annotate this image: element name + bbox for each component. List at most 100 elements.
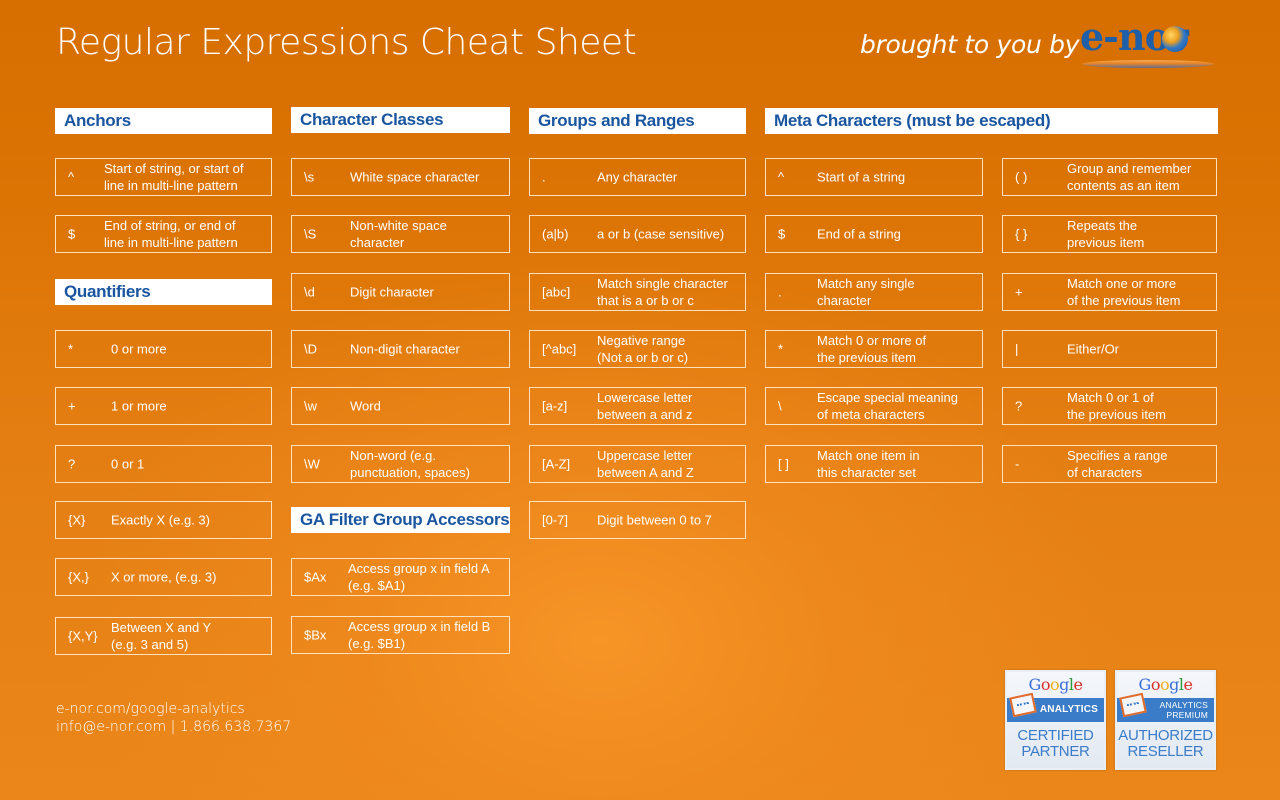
regex-description: Start of string, or start of line in mul… (104, 161, 244, 193)
section-header-character-classes: Character Classes (291, 107, 510, 133)
regex-entry: $Bx Access group x in field B (e.g. $B1) (291, 616, 510, 654)
badge-label: CERTIFIED PARTNER (1017, 727, 1094, 760)
regex-entry: [abc] Match single character that is a or… (529, 273, 746, 311)
regex-entry: + Match one or more of the previous item (1002, 273, 1217, 311)
regex-description: Escape special meaning of meta character… (817, 390, 958, 422)
regex-symbol: [0-7] (542, 512, 569, 528)
regex-entry: [a-z] Lowercase letter between a and z (529, 387, 746, 425)
regex-description: Negative range (Not a or b or c) (597, 333, 689, 365)
logo-swoosh (1082, 60, 1214, 68)
regex-description: Non-word (e.g. punctuation, spaces) (350, 448, 470, 480)
regex-description: Non-digit character (350, 341, 460, 357)
regex-entry: {X,} X or more, (e.g. 3) (55, 558, 272, 596)
regex-entry: * Match 0 or more of the previous item (765, 330, 983, 368)
regex-description: 0 or more (111, 341, 167, 357)
section-header-groups-and-ranges: Groups and Ranges (529, 108, 746, 134)
regex-symbol: $Ax (304, 569, 327, 585)
badge-authorized-reseller: Google ANALYTICS PREMIUM AUTHORIZED RESE… (1115, 670, 1216, 770)
regex-symbol: * (778, 341, 784, 357)
regex-entry: \w Word (291, 387, 510, 425)
regex-symbol: + (1015, 284, 1023, 300)
regex-entry: | Either/Or (1002, 330, 1217, 368)
regex-description: Lowercase letter between a and z (597, 390, 693, 422)
regex-description: Either/Or (1067, 341, 1120, 357)
footer-url[interactable]: e-nor.com/google-analytics (56, 700, 291, 718)
regex-entry: \S Non-white space character (291, 215, 510, 253)
regex-symbol: ? (1015, 398, 1023, 414)
regex-description: Access group x in field A (e.g. $A1) (348, 561, 490, 593)
regex-symbol: . (778, 284, 782, 300)
regex-description: Match single character that is a or b or… (597, 276, 728, 308)
regex-description: a or b (case sensitive) (597, 226, 725, 242)
regex-description: Between X and Y (e.g. 3 and 5) (111, 620, 212, 652)
regex-description: Digit between 0 to 7 (597, 512, 712, 528)
regex-symbol: - (1015, 456, 1020, 472)
footer-contact-info: info@e-nor.com | 1.866.638.7367 (56, 719, 292, 735)
regex-entry: ( ) Group and remember contents as an ite… (1002, 158, 1217, 196)
regex-entry: ? Match 0 or 1 of the previous item (1002, 387, 1217, 425)
regex-description: Repeats the previous item (1067, 218, 1145, 250)
regex-symbol: \d (304, 284, 315, 300)
regex-description: Match any single character (817, 276, 915, 308)
regex-entry: [0-7] Digit between 0 to 7 (529, 501, 746, 539)
regex-description: End of a string (817, 226, 901, 242)
regex-entry: \ Escape special meaning of meta characte… (765, 387, 983, 425)
regex-symbol: | (1015, 341, 1019, 357)
regex-description: Exactly X (e.g. 3) (111, 512, 210, 528)
regex-entry: [^abc] Negative range (Not a or b or c) (529, 330, 746, 368)
regex-entry: +1 or more (55, 387, 272, 425)
regex-entry: ^ Start of a string (765, 158, 983, 196)
footer-contact: e-nor.com/google-analytics info@e-nor.co… (56, 700, 291, 736)
regex-entry: $Ax Access group x in field A (e.g. $A1) (291, 558, 510, 596)
regex-description: Non-white space character (350, 218, 447, 250)
regex-description: 1 or more (111, 398, 167, 414)
regex-entry: $ End of string, or end of line in multi-… (55, 215, 272, 253)
regex-description: Match 0 or 1 of the previous item (1067, 390, 1166, 422)
regex-symbol: \S (304, 226, 317, 242)
regex-symbol: [A-Z] (542, 456, 571, 472)
regex-description: Any character (597, 169, 678, 185)
regex-symbol: ^ (778, 169, 785, 185)
regex-entry: $ End of a string (765, 215, 983, 253)
regex-symbol: ? (68, 456, 76, 472)
regex-symbol: \s (304, 169, 315, 185)
regex-symbol: ( ) (1015, 169, 1028, 185)
regex-symbol: $ (778, 226, 786, 242)
regex-entry: ^ Start of string, or start of line in mu… (55, 158, 272, 196)
regex-symbol: + (68, 398, 76, 414)
google-logo: Google (1028, 675, 1083, 694)
regex-description: Match one or more of the previous item (1067, 276, 1181, 308)
regex-entry: {X} Exactly X (e.g. 3) (55, 501, 272, 539)
regex-entry: { } Repeats the previous item (1002, 215, 1217, 253)
regex-description: Access group x in field B (e.g. $B1) (348, 619, 491, 651)
regex-entry: \D Non-digit character (291, 330, 510, 368)
regex-entry: ? 0 or 1 (55, 445, 272, 483)
regex-symbol: \W (304, 456, 320, 472)
regex-symbol: \D (304, 341, 317, 357)
regex-entry: [A-Z] Uppercase letter between A and Z (529, 445, 746, 483)
section-header-quantifiers: Quantifiers (55, 279, 272, 305)
regex-symbol: [abc] (542, 284, 571, 300)
regex-description: 0 or 1 (111, 456, 145, 472)
regex-entry: - Specifies a range of characters (1002, 445, 1217, 483)
regex-symbol: [^abc] (542, 341, 577, 357)
regex-symbol: { } (1015, 226, 1028, 242)
regex-entry: [ ] Match one item in this character set (765, 445, 983, 483)
section-header-meta-characters: Meta Characters (must be escaped) (765, 108, 1218, 134)
regex-symbol: {X,} (68, 569, 89, 585)
regex-symbol: (a|b) (542, 226, 569, 242)
regex-entry: \s White space character (291, 158, 510, 196)
regex-entry: {X,Y} Between X and Y (e.g. 3 and 5) (55, 617, 272, 655)
regex-symbol: $ (68, 226, 76, 242)
regex-description: Match one item in this character set (817, 448, 920, 480)
regex-description: End of string, or end of line in multi-l… (104, 218, 238, 250)
badge-label: AUTHORIZED RESELLER (1118, 727, 1213, 760)
regex-description: Digit character (350, 284, 434, 300)
badge-certified-partner: Google ANALYTICS CERTIFIED PARTNER (1005, 670, 1106, 770)
regex-symbol: \ (778, 398, 782, 414)
section-header-anchors: Anchors (55, 108, 272, 134)
regex-entry: (a|b) a or b (case sensitive) (529, 215, 746, 253)
section-header-ga-filter-group-accessors: GA Filter Group Accessors (291, 507, 510, 533)
regex-description: X or more, (e.g. 3) (111, 569, 217, 585)
enor-logo[interactable]: e-nor (1080, 14, 1220, 70)
